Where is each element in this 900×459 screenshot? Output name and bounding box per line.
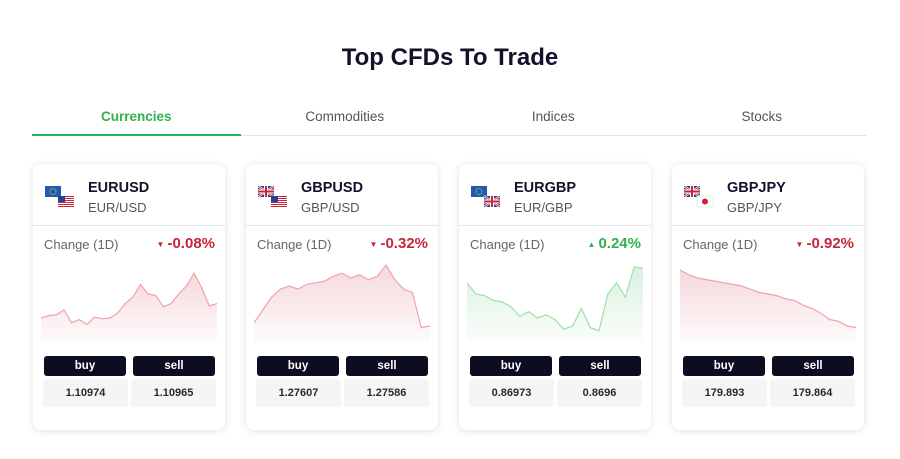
tab-indices[interactable]: Indices [449, 100, 658, 135]
change-percent: 0.24% [598, 235, 641, 252]
sparkline-chart [467, 266, 643, 342]
sparkline-area [41, 273, 217, 342]
uk-flag-icon [684, 186, 701, 198]
buy-price: 0.86973 [469, 379, 554, 407]
buy-button[interactable]: buy [257, 356, 339, 376]
sell-price: 179.864 [770, 379, 855, 407]
cfd-card[interactable]: EURGBP EUR/GBP Change (1D) ▲ 0.24% buy se… [459, 164, 651, 430]
page-title: Top CFDs To Trade [341, 44, 559, 71]
buy-button[interactable]: buy [683, 356, 765, 376]
cfd-card[interactable]: GBPJPY GBP/JPY Change (1D) ▼ -0.92% buy s… [672, 164, 864, 430]
symbol: GBPUSD [301, 180, 364, 196]
us-flag-icon [271, 196, 287, 207]
sell-button[interactable]: sell [559, 356, 641, 376]
card-header: EURUSD EUR/USD [33, 164, 225, 226]
sparkline-area [680, 270, 856, 342]
buy-price: 1.27607 [256, 379, 341, 407]
sparkline-chart [254, 264, 430, 342]
symbol: EURGBP [514, 180, 577, 196]
symbol: EURUSD [88, 180, 150, 196]
cfd-card[interactable]: EURUSD EUR/USD Change (1D) ▼ -0.08% buy s… [33, 164, 225, 430]
pair-name: EUR/GBP [514, 200, 573, 215]
change-value: ▲ 0.24% [588, 235, 641, 252]
sparkline-area [254, 265, 430, 342]
tab-currencies[interactable]: Currencies [32, 100, 241, 136]
sell-button[interactable]: sell [772, 356, 854, 376]
symbol: GBPJPY [727, 180, 786, 196]
buy-button[interactable]: buy [470, 356, 552, 376]
sparkline-chart [41, 271, 217, 342]
change-label: Change (1D) [257, 237, 332, 252]
change-percent: -0.92% [806, 235, 854, 252]
uk-flag-icon [483, 195, 501, 208]
currency-flags-icon [258, 186, 287, 207]
card-header: GBPJPY GBP/JPY [672, 164, 864, 226]
pair-name: EUR/USD [88, 200, 147, 215]
card-header: EURGBP EUR/GBP [459, 164, 651, 226]
sell-price: 1.10965 [131, 379, 216, 407]
pair-name: GBP/USD [301, 200, 360, 215]
change-percent: -0.08% [167, 235, 215, 252]
sell-button[interactable]: sell [346, 356, 428, 376]
tab-commodities[interactable]: Commodities [241, 100, 450, 135]
buy-button[interactable]: buy [44, 356, 126, 376]
cfd-card[interactable]: GBPUSD GBP/USD Change (1D) ▼ -0.32% buy s… [246, 164, 438, 430]
change-percent: -0.32% [380, 235, 428, 252]
cfd-cards: EURUSD EUR/USD Change (1D) ▼ -0.08% buy s… [33, 164, 866, 430]
triangle-up-icon: ▲ [587, 239, 596, 249]
sell-button[interactable]: sell [133, 356, 215, 376]
currency-flags-icon [45, 186, 74, 207]
us-flag-icon [58, 196, 74, 207]
sparkline-area [467, 266, 643, 342]
currency-flags-icon [684, 186, 714, 208]
currency-flags-icon [471, 186, 501, 208]
sell-price: 0.8696 [557, 379, 642, 407]
card-header: GBPUSD GBP/USD [246, 164, 438, 226]
change-label: Change (1D) [683, 237, 758, 252]
sell-price: 1.27586 [344, 379, 429, 407]
eu-flag-icon [45, 186, 61, 197]
triangle-down-icon: ▼ [369, 239, 378, 249]
change-value: ▼ -0.92% [796, 235, 854, 252]
sparkline-chart [680, 269, 856, 342]
jp-flag-icon [696, 195, 714, 208]
category-tabs: Currencies Commodities Indices Stocks [32, 100, 866, 136]
buy-price: 1.10974 [43, 379, 128, 407]
uk-flag-icon [258, 186, 275, 198]
triangle-down-icon: ▼ [795, 239, 804, 249]
triangle-down-icon: ▼ [156, 239, 165, 249]
change-label: Change (1D) [44, 237, 119, 252]
tab-stocks[interactable]: Stocks [658, 100, 867, 135]
buy-price: 179.893 [682, 379, 767, 407]
change-value: ▼ -0.32% [370, 235, 428, 252]
pair-name: GBP/JPY [727, 200, 782, 215]
change-label: Change (1D) [470, 237, 545, 252]
change-value: ▼ -0.08% [157, 235, 215, 252]
